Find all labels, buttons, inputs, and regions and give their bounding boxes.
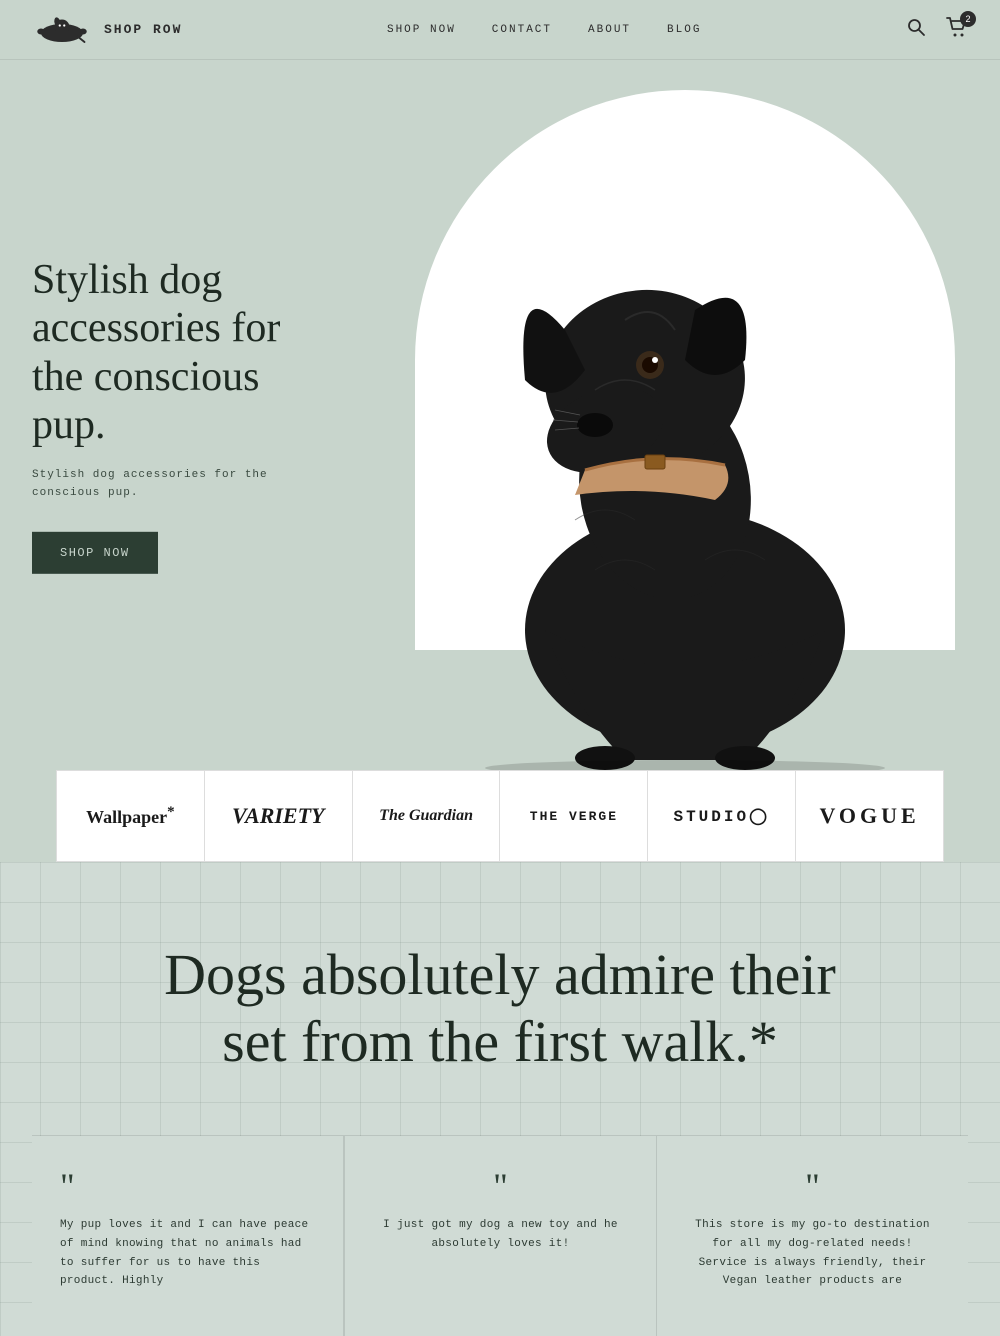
main-nav: SHOP NOW CONTACT ABOUT BLOG xyxy=(387,24,701,36)
nav-contact[interactable]: CONTACT xyxy=(492,24,552,36)
testimonial-text-2: I just got my dog a new toy and he absol… xyxy=(373,1216,628,1253)
testimonial-card-2: " I just got my dog a new toy and he abs… xyxy=(344,1136,657,1336)
cart-wrapper[interactable]: 2 xyxy=(946,17,968,42)
search-icon[interactable] xyxy=(906,17,926,42)
nav-about[interactable]: ABOUT xyxy=(588,24,631,36)
press-verge: THE VERGE xyxy=(500,771,648,861)
testimonials-row: " My pup loves it and I can have peace o… xyxy=(32,1135,968,1336)
testimonial-text-3: This store is my go-to destination for a… xyxy=(685,1216,940,1291)
header-icons: 2 xyxy=(906,17,968,42)
testimonial-text-1: My pup loves it and I can have peace of … xyxy=(60,1216,315,1291)
quote-mark-3: " xyxy=(685,1168,940,1204)
nav-blog[interactable]: BLOG xyxy=(667,24,701,36)
testimonial-section: Dogs absolutely admire their set from th… xyxy=(0,862,1000,1336)
hero-content-area: Stylish dog accessories for the consciou… xyxy=(0,60,1000,770)
logo-text: ShOP Row xyxy=(104,22,182,37)
hero-subtext: Stylish dog accessories for the consciou… xyxy=(32,467,332,502)
logo-area: ShOP Row xyxy=(32,12,182,48)
testimonial-card-1: " My pup loves it and I can have peace o… xyxy=(32,1136,344,1336)
logo-dog-icon xyxy=(32,12,92,48)
testimonial-headline: Dogs absolutely admire their set from th… xyxy=(150,942,850,1075)
press-variety: VARIETY xyxy=(205,771,353,861)
press-vogue: VOGUE xyxy=(796,771,943,861)
shop-now-button[interactable]: Shop Now xyxy=(32,532,158,574)
cart-count: 2 xyxy=(960,11,976,27)
variety-logo: VARIETY xyxy=(232,803,325,829)
press-guardian: The Guardian xyxy=(353,771,501,861)
studio-logo: STUDIO◯ xyxy=(673,806,770,826)
dog-illustration xyxy=(395,70,975,770)
quote-mark-1: " xyxy=(60,1168,315,1204)
nav-shop-now[interactable]: SHOP NOW xyxy=(387,24,456,36)
press-bar: Wallpaper* VARIETY The Guardian THE VERG… xyxy=(56,770,944,862)
verge-logo: THE VERGE xyxy=(530,809,618,824)
quote-mark-2: " xyxy=(373,1168,628,1204)
press-section: Wallpaper* VARIETY The Guardian THE VERG… xyxy=(0,770,1000,862)
header: ShOP Row SHOP NOW CONTACT ABOUT BLOG 2 xyxy=(0,0,1000,60)
press-wallpaper: Wallpaper* xyxy=(57,771,205,861)
press-studio: STUDIO◯ xyxy=(648,771,796,861)
testimonial-card-3: " This store is my go-to destination for… xyxy=(657,1136,968,1336)
hero-section: Stylish dog accessories for the consciou… xyxy=(0,60,1000,770)
guardian-logo: The Guardian xyxy=(379,807,473,825)
hero-image-area xyxy=(370,60,1000,770)
vogue-logo: VOGUE xyxy=(819,803,919,829)
wallpaper-logo: Wallpaper* xyxy=(86,804,175,828)
hero-headline: Stylish dog accessories for the consciou… xyxy=(32,256,332,449)
hero-text-block: Stylish dog accessories for the consciou… xyxy=(32,256,332,574)
